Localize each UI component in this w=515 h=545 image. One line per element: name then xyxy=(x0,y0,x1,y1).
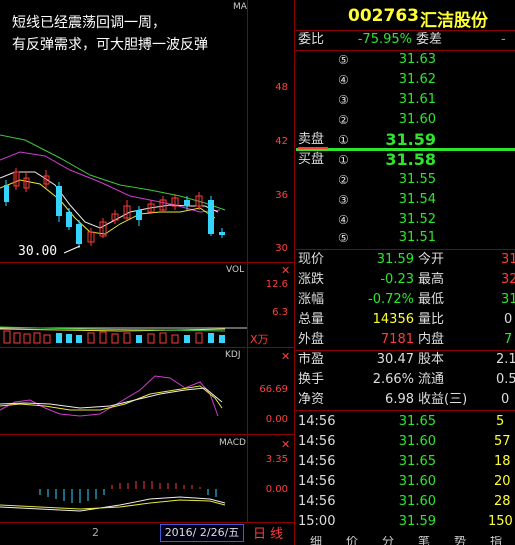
date-indicator[interactable]: 2016/ 2/26/五 xyxy=(160,524,244,542)
bid-row-4: ④ 31.52 xyxy=(338,212,436,227)
stat-row-change: 涨跌 -0.23 最高 32 xyxy=(298,272,515,287)
weibi-value: -75.95% xyxy=(357,32,412,47)
tab-price[interactable]: 价 xyxy=(346,536,358,545)
tab-index[interactable]: 指 xyxy=(490,536,502,545)
fund-row-turnover: 换手 2.66% 流通 0.5 xyxy=(298,372,515,387)
kdj-tick-high: 66.69 xyxy=(259,384,288,395)
period-selector[interactable]: 日 线 xyxy=(253,523,283,542)
chart-area[interactable]: MA 48 42 36 30 短线已经震荡回调一周， 有反弹需求，可大胆搏一波反… xyxy=(0,0,295,545)
fund-row-netasset: 净资 6.98 收益(三) 0 xyxy=(298,392,510,407)
weicha-value: - xyxy=(501,32,506,47)
low-marker-label: 30.00 xyxy=(18,244,58,259)
volume-bars xyxy=(0,326,247,344)
macd-bottom-divider xyxy=(0,522,295,523)
ask-row-4: ④ 31.62 xyxy=(338,72,436,87)
ask-row-5: ⑤ 31.63 xyxy=(338,52,436,67)
tick-row: 14:56 31.60 28 xyxy=(298,494,511,509)
panel-divider xyxy=(294,0,295,545)
tick-row: 14:56 31.65 18 xyxy=(298,454,511,469)
weibi-label: 委比 xyxy=(298,32,325,47)
stat-row-volume: 总量 14356 量比 0 xyxy=(298,312,513,327)
vol-tick-mid: 6.3 xyxy=(272,307,288,318)
weibi-row: 委比 -75.95% 委差 - xyxy=(296,30,515,50)
bid-row-2: ② 31.55 xyxy=(338,172,436,187)
kdj-tick-low: 0.00 xyxy=(265,414,288,425)
tick-row: 14:56 31.60 57 xyxy=(298,434,511,449)
vol-tick-high: 12.6 xyxy=(265,279,288,290)
macd-tick-zero: 0.00 xyxy=(265,484,288,495)
ask-row-1: 卖盘 ① 31.59 xyxy=(298,130,436,149)
ask-row-3: ③ 31.61 xyxy=(338,92,436,107)
buy-label: 买盘 xyxy=(298,152,325,167)
tab-detail[interactable]: 细 xyxy=(310,536,322,545)
kdj-chart xyxy=(0,375,223,417)
stat-row-pct: 涨幅 -0.72% 最低 31 xyxy=(298,292,515,307)
bid-row-5: ⑤ 31.51 xyxy=(338,230,436,245)
vol-close-icon[interactable]: ✕ xyxy=(281,264,290,277)
footer-tabs[interactable]: 细 价 分 笔 势 指 xyxy=(296,536,515,545)
tick-row: 14:56 31.65 5 xyxy=(298,414,505,429)
tick-row: 15:00 31.59 150 xyxy=(298,514,513,529)
bid-row-1: 买盘 ① 31.58 xyxy=(298,150,436,169)
stat-row-outer: 外盘 7181 内盘 7 xyxy=(298,332,513,347)
y-tick-36: 36 xyxy=(275,190,288,201)
tab-ticks[interactable]: 笔 xyxy=(418,536,430,545)
spread-bar-red xyxy=(298,147,328,149)
bottom-index: 2 xyxy=(92,526,99,539)
bid-row-3: ③ 31.54 xyxy=(338,192,436,207)
macd-close-icon[interactable]: ✕ xyxy=(281,438,290,451)
tab-minute[interactable]: 分 xyxy=(382,536,394,545)
axis-divider xyxy=(247,0,248,522)
y-tick-48: 48 xyxy=(275,82,288,93)
macd-tick-high: 3.35 xyxy=(265,454,288,465)
macd-chart xyxy=(0,481,226,512)
candles xyxy=(4,168,225,248)
tick-row: 14:56 31.60 20 xyxy=(298,474,511,489)
vol-unit: X万 xyxy=(250,333,269,346)
low-marker-arrow xyxy=(63,245,81,254)
ask-row-2: ② 31.60 xyxy=(338,112,436,127)
kdj-close-icon[interactable]: ✕ xyxy=(281,350,290,363)
quote-panel: 002763 汇洁股份 委比 -75.95% 委差 - ⑤ 31.63 ④ 31… xyxy=(296,0,515,545)
stock-name: 汇洁股份 xyxy=(420,11,488,31)
weicha-label: 委差 xyxy=(416,32,443,47)
stock-code: 002763 xyxy=(348,6,419,26)
fund-row-pe: 市盈 30.47 股本 2.1 xyxy=(298,352,515,367)
y-tick-30: 30 xyxy=(275,243,288,254)
candlestick-chart[interactable] xyxy=(0,0,247,262)
stat-row-price: 现价 31.59 今开 31 xyxy=(298,252,515,267)
tab-trend[interactable]: 势 xyxy=(454,536,466,545)
y-tick-42: 42 xyxy=(275,136,288,147)
